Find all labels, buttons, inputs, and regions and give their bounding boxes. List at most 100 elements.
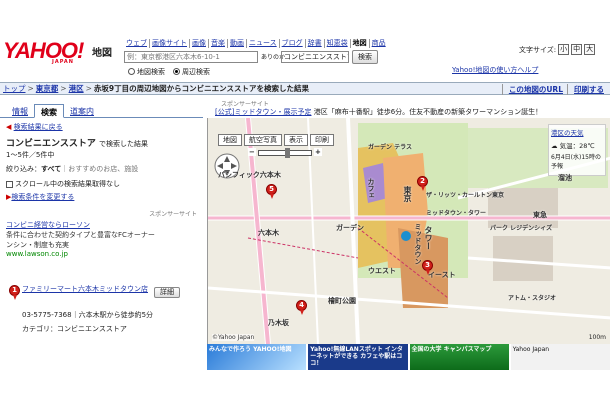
map-canvas[interactable]: 地図 航空写真 表示 印刷 − + 港区の天気 ☁ 気温：28℃ 6月4日(水)… (207, 118, 610, 344)
sponsor-label: スポンサーサイト (149, 211, 197, 218)
back-link[interactable]: ◀ 検索結果に戻る (6, 122, 197, 132)
back-arrow-icon: ◀ (6, 123, 12, 131)
marker-3-icon[interactable]: 3 (422, 260, 433, 275)
map-label: イースト (428, 271, 456, 279)
nav-item[interactable]: 画像サイト (150, 39, 190, 48)
marker-4-icon[interactable]: 4 (296, 300, 307, 315)
nav-item[interactable]: 画像 (190, 39, 209, 48)
banner-wifi[interactable]: Yahoo!無線LANスポット インターネットができる カフェや駅はココ！ (308, 344, 408, 370)
nav-item[interactable]: ニュース (247, 39, 280, 48)
map-label: パーク レジデンシィズ (490, 225, 553, 232)
ad-block: コンビニ経営ならローソン 条件に合わせた契約タイプと豊富なFCオーナー ンシン・… (6, 220, 197, 258)
tab-info[interactable]: 情報 (6, 104, 34, 117)
center-pin-icon (401, 231, 411, 241)
map-label: ガーデン テラス (368, 144, 412, 151)
map-label: ザ・リッツ・カールトン東京 (426, 192, 505, 199)
header: YAHOO! JAPAN 地図 ウェブ 画像サイト 画像 音楽 動画 ニュース ブログ 辞書知… (0, 36, 610, 82)
page-actions: この地図のURL 印刷する (501, 84, 604, 95)
map-label: 檜町公園 (328, 297, 356, 305)
result-name-link[interactable]: ファミリーマート六本木ミッドタウン店 (22, 284, 152, 294)
radio-icon[interactable] (128, 68, 135, 75)
map-label: パシフィック六本木 (218, 171, 281, 179)
zoom-slider[interactable] (258, 148, 312, 158)
map-label: ガーデン (336, 224, 364, 232)
map-toolbar: 地図 航空写真 表示 印刷 (218, 134, 334, 146)
banner-campus[interactable]: 全国の大学 キャンパスマップ (409, 344, 509, 370)
nav-item[interactable]: 辞書 (306, 39, 325, 48)
weather-widget: 港区の天気 ☁ 気温：28℃ 6月4日(水)15時の予報 (548, 124, 606, 176)
aerial-mode-button[interactable]: 航空写真 (244, 134, 282, 146)
ad-url[interactable]: www.lawson.co.jp (6, 250, 197, 258)
nav-item[interactable]: 知恵袋 (325, 39, 351, 48)
zoom-out-button[interactable]: − (248, 148, 256, 156)
checkbox-icon[interactable] (6, 180, 13, 188)
ad-description: 条件に合わせた契約タイプと豊富なFCオーナー (6, 231, 155, 239)
zoom-in-button[interactable]: + (314, 148, 322, 156)
breadcrumb-ward[interactable]: 港区 (69, 83, 84, 94)
nav-item[interactable]: 動画 (228, 39, 247, 48)
help-link[interactable]: Yahoo!地図の使い方ヘルプ (452, 65, 538, 75)
map-scale: 100m (588, 334, 606, 341)
print-link[interactable]: 印刷する (567, 84, 604, 95)
font-size-control: 文字サイズ: 小 中 大 (519, 44, 596, 55)
marker-1-icon[interactable]: 1 (9, 285, 20, 300)
map-label: アトム・スタジオ (508, 295, 557, 302)
nav-item[interactable]: 音楽 (209, 39, 228, 48)
nav-item[interactable]: ウェブ (124, 39, 150, 48)
page-title: 赤坂9丁目の周辺地図からコンビニエンスストアを検索した結果 (93, 84, 309, 93)
breadcrumb-top[interactable]: トップ (3, 83, 26, 94)
service-nav: ウェブ 画像サイト 画像 音楽 動画 ニュース ブログ 辞書 知恵袋 地図 商品 (124, 39, 388, 48)
display-button[interactable]: 表示 (284, 134, 308, 146)
font-medium-button[interactable]: 中 (571, 44, 583, 55)
breadcrumb-pref[interactable]: 東京都 (36, 83, 59, 94)
map-label: タワー (424, 226, 433, 250)
map-label: カフェ (367, 178, 375, 199)
marker-5-icon[interactable]: 5 (266, 184, 277, 199)
ad-description-2: ンシン・制度も充実 (6, 241, 69, 249)
map-url-link[interactable]: この地図のURL (501, 84, 563, 95)
font-large-button[interactable]: 大 (584, 44, 596, 55)
search-button[interactable]: 検索 (352, 50, 378, 64)
banner-row: みんなで作ろう YAHOO!地図 Yahoo!無線LANスポット インターネット… (207, 344, 610, 370)
marker-2-icon[interactable]: 2 (417, 176, 428, 191)
service-title: 地図 (92, 48, 112, 59)
map-label: 東京 (403, 186, 412, 202)
map-label: ミッドタウン (414, 223, 422, 265)
map-copyright: ©Yahoo Japan (212, 334, 255, 341)
tab-search[interactable]: 検索 (34, 104, 64, 118)
result-count: 1～5件／5件中 (6, 151, 55, 159)
radio-map-search[interactable]: 地図検索 (128, 67, 165, 77)
filter-row: 絞り込み：すべて｜おすすめのお店、施設 (6, 165, 139, 173)
result-category: コンビニエンスストア で検索した結果 (6, 139, 148, 149)
font-small-button[interactable]: 小 (558, 44, 570, 55)
breadcrumb: トップ > 東京都 > 港区 > 赤坂9丁目の周辺地図からコンビニエンスストアを検索し… (0, 82, 610, 95)
search-mode: 地図検索 周辺検索 (128, 67, 210, 77)
nav-item[interactable]: 地図 (351, 39, 370, 48)
detail-button[interactable]: 詳細 (154, 287, 180, 298)
keyword-input[interactable]: コンビニエンスストア (281, 51, 349, 63)
change-condition-link[interactable]: ▶検索条件を変更する (6, 192, 197, 202)
map-label: ウエスト (368, 267, 396, 275)
weather-temp: ☁ 気温：28℃ (551, 142, 595, 150)
map-label: ミッドタウン・タワー (426, 210, 487, 217)
map-label: 溜池 (558, 174, 572, 182)
banner-yahoo[interactable]: Yahoo Japan (510, 344, 610, 370)
map-print-button[interactable]: 印刷 (310, 134, 334, 146)
radio-selected-icon[interactable] (173, 68, 180, 75)
map-mode-button[interactable]: 地図 (218, 134, 242, 146)
banner-map-contrib[interactable]: みんなで作ろう YAHOO!地図 (207, 344, 307, 370)
weather-link[interactable]: 港区の天気 (551, 127, 603, 137)
result-tel: 03-5775-7368｜六本木駅から徒歩約5分 (22, 311, 154, 319)
tab-route[interactable]: 道案内 (64, 104, 100, 117)
radio-nearby-search[interactable]: 周辺検索 (173, 67, 210, 77)
ad-title-link[interactable]: コンビニ経営ならローソン (6, 220, 197, 230)
nav-item[interactable]: ブログ (280, 39, 306, 48)
address-input[interactable]: 例：東京都港区六本木6-10-1 (124, 51, 258, 63)
yahoo-logo-sub: JAPAN (52, 59, 74, 65)
scroll-option[interactable]: スクロール中の検索結果取得なし (6, 179, 197, 189)
nav-item[interactable]: 商品 (370, 39, 388, 48)
filter-all[interactable]: すべて (41, 165, 61, 173)
map-ad-link[interactable]: [公式]ミッドタウン・展示予定 (215, 108, 311, 116)
filter-recommended[interactable]: ｜おすすめのお店、施設 (61, 165, 138, 173)
map-label: 東急 (533, 211, 547, 219)
